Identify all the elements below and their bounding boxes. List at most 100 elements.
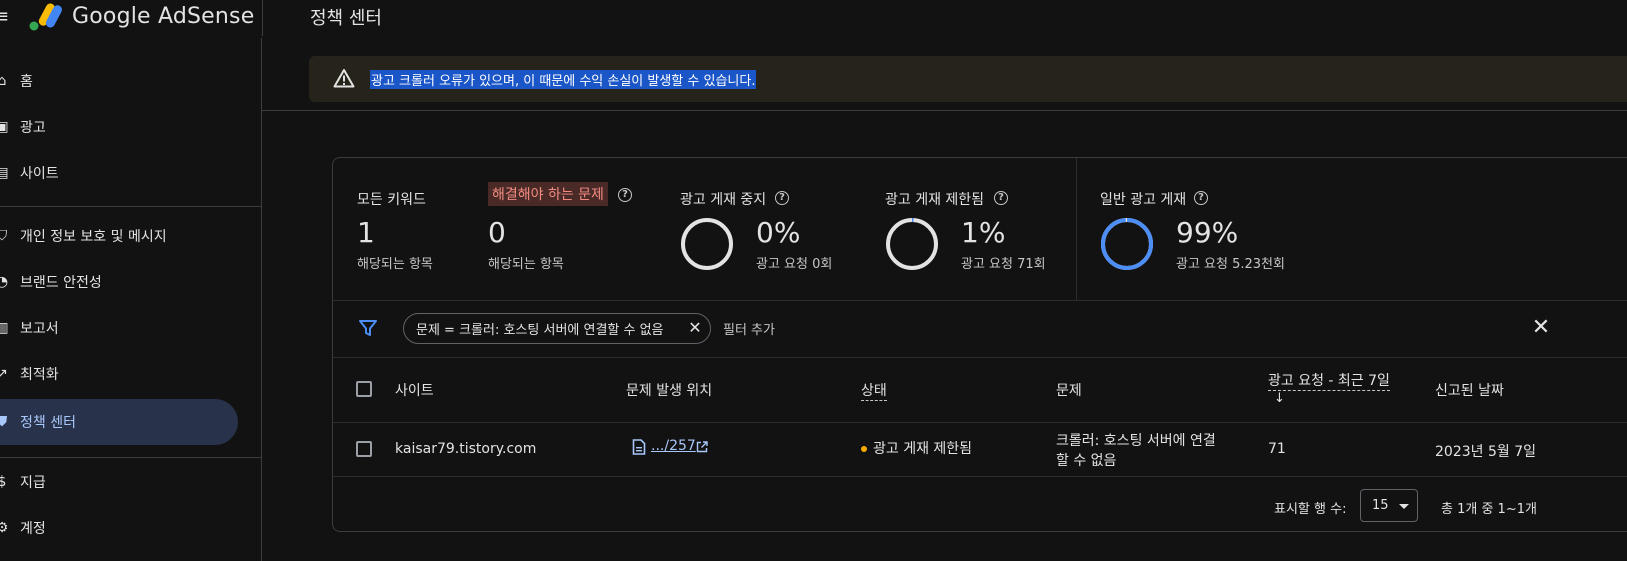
brand-safety-icon: ◔ [0, 274, 9, 290]
sidebar-item-privacy-messaging[interactable]: ⛉ 개인 정보 보호 및 메시지 [0, 213, 238, 259]
sidebar-item-account[interactable]: ⚙ 계정 [0, 505, 238, 551]
all-keywords-sub: 해당되는 항목 [357, 257, 433, 272]
ads-icon: ▣ [0, 119, 9, 135]
sidebar-item-label: 브랜드 안전성 [20, 275, 102, 291]
ad-serving-disabled-value: 0% [756, 216, 801, 249]
optimization-icon: ↗ [0, 366, 8, 382]
must-fix-sub: 해당되는 항목 [488, 257, 564, 272]
column-header-site[interactable]: 사이트 [395, 380, 434, 400]
caret-down-icon [1399, 504, 1409, 509]
policy-center-icon: ⛊ [0, 414, 8, 430]
column-header-requests[interactable]: 광고 요청 - 최근 7일 [1268, 370, 1390, 391]
sites-icon: ▤ [0, 165, 9, 181]
help-icon[interactable]: ? [775, 191, 789, 205]
page-title: 정책 센터 [310, 8, 382, 29]
column-header-reported-date[interactable]: 신고된 날짜 [1435, 380, 1504, 400]
account-gear-icon: ⚙ [0, 520, 9, 536]
ad-serving-limited-ring [886, 218, 938, 270]
add-filter-button[interactable]: 필터 추가 [723, 319, 775, 338]
summary-filter-divider [333, 300, 1627, 301]
ad-serving-disabled-sub: 광고 요청 0회 [756, 257, 833, 272]
sidebar-item-home[interactable]: ⌂ 홈 [0, 58, 238, 104]
alert-message[interactable]: 광고 크롤러 오류가 있으며, 이 때문에 수익 손실이 발생할 수 있습니다. [370, 70, 757, 89]
ad-serving-limited-label[interactable]: 광고 게재 제한됨 [885, 189, 984, 209]
sidebar-item-ads[interactable]: ▣ 광고 [0, 104, 238, 150]
payments-icon: $ [0, 474, 7, 490]
column-header-status[interactable]: 상태 [861, 380, 887, 401]
ad-serving-normal-value: 99% [1176, 216, 1239, 249]
sidebar-item-label: 정책 센터 [20, 415, 76, 431]
ad-serving-normal-label[interactable]: 일반 광고 게재 [1100, 189, 1186, 209]
sidebar-divider [0, 206, 262, 207]
sidebar-item-label: 지급 [20, 475, 46, 491]
sidebar-item-label: 광고 [20, 120, 46, 136]
ad-serving-normal-ring [1101, 218, 1153, 270]
ad-serving-limited-sub: 광고 요청 71회 [961, 257, 1046, 272]
must-fix-label[interactable]: 해결해야 하는 문제 [488, 182, 608, 206]
ad-serving-limited-value: 1% [961, 216, 1006, 249]
filter-chip[interactable]: 문제 = 크롤러: 호스팅 서버에 연결할 수 없음 ✕ [403, 313, 711, 344]
must-fix-value: 0 [488, 216, 506, 249]
sidebar-item-payments[interactable]: $ 지급 [0, 459, 238, 505]
rows-per-page-value: 15 [1372, 498, 1389, 513]
home-icon: ⌂ [0, 73, 7, 89]
row-status: 광고 게재 제한됨 [861, 438, 972, 458]
rows-per-page-label: 표시할 행 수: [1274, 502, 1347, 517]
sidebar: ⌂ 홈 ▣ 광고 ▤ 사이트 ⛉ 개인 정보 보호 및 메시지 ◔ 브랜드 안전… [0, 38, 262, 561]
close-icon[interactable]: ✕ [1531, 317, 1551, 339]
warning-icon [333, 69, 355, 88]
row-divider [333, 476, 1627, 477]
ad-serving-disabled-ring [681, 218, 733, 270]
row-issue-line1: 크롤러: 호스팅 서버에 연결 [1056, 433, 1216, 449]
filter-icon[interactable] [359, 319, 377, 337]
brand-divider [262, 0, 263, 36]
reports-icon: ▥ [0, 320, 9, 336]
sidebar-divider [0, 457, 262, 458]
issue-location-link[interactable]: .../257 [651, 438, 696, 454]
sort-descending-icon[interactable]: ↓ [1274, 391, 1285, 406]
help-icon[interactable]: ? [994, 191, 1008, 205]
sidebar-item-label: 최적화 [20, 367, 59, 383]
row-status-label: 광고 게재 제한됨 [873, 441, 973, 457]
sidebar-item-label: 보고서 [20, 321, 59, 337]
ad-serving-disabled-label[interactable]: 광고 게재 중지 [680, 189, 766, 209]
adsense-logo-icon[interactable] [28, 2, 62, 32]
all-keywords-label[interactable]: 모든 키워드 [357, 189, 426, 209]
hamburger-menu-icon[interactable]: ≡ [0, 8, 10, 26]
open-in-new-icon[interactable] [696, 441, 708, 453]
sidebar-item-reports[interactable]: ▥ 보고서 [0, 305, 238, 351]
sidebar-item-optimization[interactable]: ↗ 최적화 [0, 351, 238, 397]
column-header-location[interactable]: 문제 발생 위치 [626, 380, 712, 400]
top-bar: ≡ Google AdSense 정책 센터 [0, 0, 1627, 38]
help-icon[interactable]: ? [1194, 191, 1208, 205]
filter-table-divider [333, 357, 1627, 358]
document-icon [632, 439, 646, 455]
header-row-divider [333, 422, 1627, 423]
ad-serving-normal-sub: 광고 요청 5.23천회 [1176, 257, 1285, 272]
select-all-checkbox[interactable] [356, 381, 372, 397]
all-keywords-value: 1 [357, 216, 375, 249]
policy-issues-card: 모든 키워드 1 해당되는 항목 해결해야 하는 문제 ? 0 해당되는 항목 … [332, 157, 1627, 532]
row-issue-line2: 할 수 없음 [1056, 453, 1117, 469]
sidebar-item-policy-center[interactable]: ⛊ 정책 센터 [0, 399, 238, 445]
filter-chip-label: 문제 = 크롤러: 호스팅 서버에 연결할 수 없음 [416, 323, 664, 338]
row-checkbox[interactable] [356, 441, 372, 457]
row-requests: 71 [1268, 441, 1286, 457]
row-reported-date: 2023년 5월 7일 [1435, 444, 1536, 460]
row-site: kaisar79.tistory.com [395, 441, 537, 457]
sidebar-item-label: 홈 [20, 74, 33, 90]
sidebar-item-sites[interactable]: ▤ 사이트 [0, 150, 238, 196]
close-icon[interactable]: ✕ [688, 320, 702, 336]
sidebar-item-label: 개인 정보 보호 및 메시지 [20, 229, 167, 245]
sidebar-item-label: 사이트 [20, 166, 59, 182]
rows-per-page-select[interactable]: 15 [1360, 489, 1418, 522]
sidebar-item-brand-safety[interactable]: ◔ 브랜드 안전성 [0, 259, 238, 305]
main-divider [262, 110, 1627, 111]
summary-divider [1076, 158, 1077, 300]
sidebar-item-label: 계정 [20, 521, 46, 537]
brand-name[interactable]: Google AdSense [72, 4, 254, 29]
privacy-shield-icon: ⛉ [0, 228, 8, 244]
column-header-issue[interactable]: 문제 [1056, 380, 1082, 400]
help-icon[interactable]: ? [618, 188, 632, 202]
status-dot-icon [861, 446, 867, 452]
